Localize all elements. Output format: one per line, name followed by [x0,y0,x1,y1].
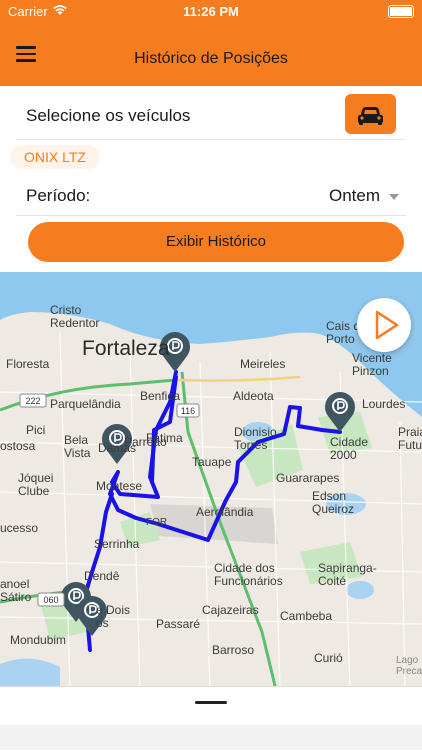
map-label: e Dois os [96,603,131,630]
vehicle-select-row[interactable]: Selecione os veículos [0,86,422,140]
map-label: Mondubim [10,633,67,647]
road-shield: 116 [176,403,200,418]
map-label: Barroso [212,643,255,657]
road-label: 060 [43,595,58,605]
selected-vehicle-chip[interactable]: ONIX LTZ [10,145,100,169]
period-row[interactable]: Período: Ontem [0,176,422,216]
divider [16,139,406,140]
vehicle-select-label: Selecione os veículos [26,106,191,125]
page-title: Histórico de Posições [134,50,288,67]
map-label: Serrinha [94,537,140,551]
map-label: Cristo Redentor [50,303,100,330]
map-label: anoel Sátiro [0,577,32,604]
map-label: Dionisio Torres [234,425,277,452]
map-label: Montese [96,479,143,493]
map-label: Cidade 2000 [330,435,369,462]
map-label: Pici [26,423,46,437]
map-label: FOR [146,517,168,528]
map-label: Vicente Pinzon [352,351,392,378]
road-label: 116 [181,406,195,416]
clock: 11:26 PM [183,4,239,19]
map-label: Curió [314,651,343,665]
top-navigation-bar: Histórico de Posições [0,24,422,86]
map-label: Aerolândia [196,505,254,519]
road-label: 222 [25,396,40,406]
select-vehicle-button[interactable] [345,94,396,134]
map-label: Cajazeiras [202,603,259,617]
play-history-button[interactable] [357,298,411,352]
play-icon [375,310,399,340]
map-label: Tauape [192,455,232,469]
battery-icon [388,5,414,18]
map-label: Passaré [156,617,201,631]
map-label: Aldeota [233,389,274,403]
map-label: PraiaFutur [398,425,422,452]
map-label: Fortaleza [82,337,170,360]
map-label: ucesso [0,521,39,535]
road [174,375,301,382]
map-label: Cambeba [280,609,333,623]
map-label: Sapiranga- Coité [318,561,377,588]
road-shield: 060 [37,592,65,607]
map-label: Jóquei Clube [18,471,54,498]
road-shield: 222 [19,393,47,408]
map-label: Benfica [140,389,181,403]
status-bar: Carrier 11:26 PM [0,0,422,24]
map-label: Cais d Porto [326,319,361,346]
map-label: Parreão [124,435,167,449]
map-label: Cidade dos Funcionários [214,561,283,588]
map-label: Lago Preca [396,655,422,677]
map-label: Edson Queiroz [312,489,355,516]
map-label: Parquelândia [50,397,121,411]
home-indicator-area [0,725,422,750]
map-label: ostosa [0,439,36,453]
chevron-down-icon[interactable] [389,194,399,200]
map-label: Lourdes [362,397,406,411]
map-label: Guararapes [276,471,340,485]
sheet-grab-handle[interactable] [195,701,227,704]
car-icon [358,107,383,125]
period-dropdown[interactable]: Ontem [329,186,380,206]
divider [16,215,406,216]
map-label: Bela Vista [64,433,91,460]
map-label: Floresta [6,357,50,371]
period-label: Período: [26,186,91,205]
map-label: Meireles [240,357,286,371]
map-label: Dendê [84,569,120,583]
show-history-button[interactable]: Exibir Histórico [28,222,404,262]
